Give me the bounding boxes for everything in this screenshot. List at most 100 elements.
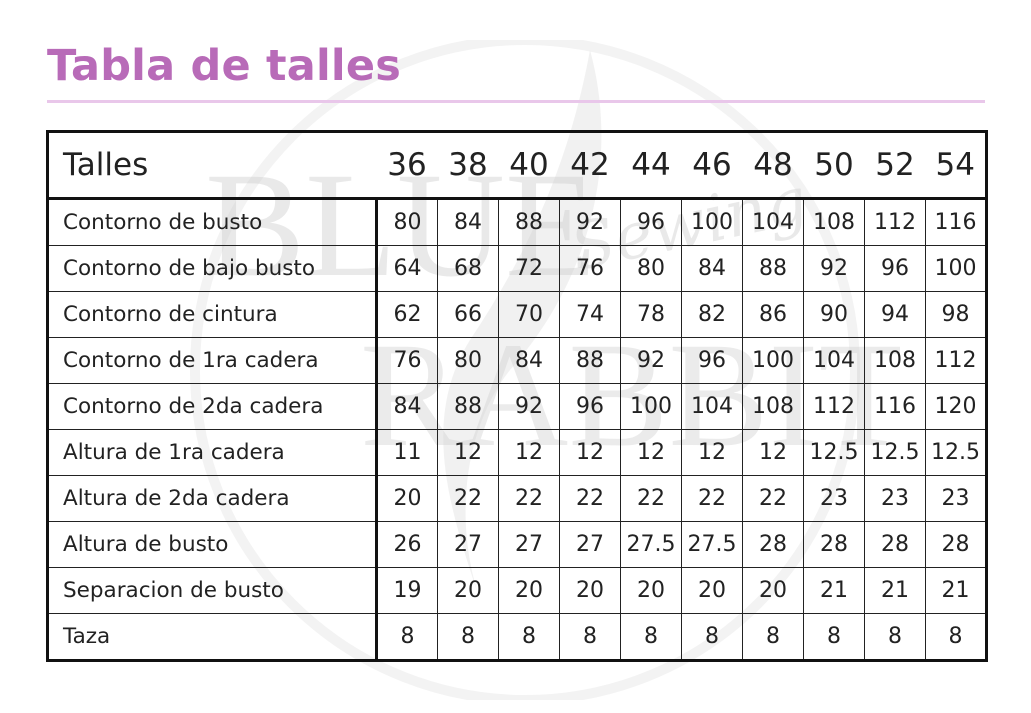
measurement-label: Contorno de 1ra cadera <box>47 337 378 384</box>
measurement-value: 88 <box>559 337 621 384</box>
measurement-row: Contorno de 2da cadera 84 88 92 96 100 104 108 1… <box>47 383 987 430</box>
measurement-value: 62 <box>376 291 438 338</box>
measurement-value: 104 <box>742 198 804 246</box>
size-header: 54 <box>925 131 987 200</box>
size-table: Talles 36 38 40 42 44 46 48 50 52 54 Con… <box>46 130 988 662</box>
measurement-value: 12.5 <box>864 429 926 476</box>
measurement-value: 82 <box>681 291 743 338</box>
measurement-label: Contorno de bajo busto <box>47 245 378 292</box>
measurement-value: 92 <box>620 337 682 384</box>
measurement-value: 27.5 <box>681 521 743 568</box>
measurement-value: 88 <box>498 198 560 246</box>
measurement-value: 12 <box>620 429 682 476</box>
measurement-row: Contorno de busto 80 84 88 92 96 100 104 108 112 1… <box>47 198 987 246</box>
measurement-value: 116 <box>925 198 987 246</box>
measurement-value: 98 <box>925 291 987 338</box>
measurement-value: 8 <box>925 613 987 661</box>
measurement-value: 80 <box>620 245 682 292</box>
measurement-value: 96 <box>681 337 743 384</box>
measurement-value: 27.5 <box>620 521 682 568</box>
measurement-label: Separacion de busto <box>47 567 378 614</box>
measurement-value: 84 <box>498 337 560 384</box>
measurement-value: 80 <box>437 337 499 384</box>
measurement-value: 21 <box>925 567 987 614</box>
measurement-value: 20 <box>681 567 743 614</box>
measurement-value: 74 <box>559 291 621 338</box>
measurement-label: Contorno de busto <box>47 198 378 246</box>
measurement-row: Taza 8 8 8 8 8 8 8 8 8 8 <box>47 613 987 661</box>
measurement-value: 88 <box>437 383 499 430</box>
measurement-value: 104 <box>803 337 865 384</box>
measurement-label: Altura de busto <box>47 521 378 568</box>
measurement-value: 116 <box>864 383 926 430</box>
measurement-value: 84 <box>681 245 743 292</box>
measurement-value: 12.5 <box>925 429 987 476</box>
measurement-value: 27 <box>437 521 499 568</box>
measurement-value: 80 <box>376 198 438 246</box>
measurement-value: 22 <box>498 475 560 522</box>
measurement-value: 100 <box>681 198 743 246</box>
size-header: 38 <box>437 131 499 200</box>
measurement-value: 78 <box>620 291 682 338</box>
measurement-value: 27 <box>559 521 621 568</box>
measurement-value: 112 <box>803 383 865 430</box>
measurement-value: 8 <box>681 613 743 661</box>
measurement-rows: Contorno de busto 80 84 88 92 96 100 104 108 112 1… <box>47 198 987 661</box>
measurement-value: 20 <box>742 567 804 614</box>
size-header: 50 <box>803 131 865 200</box>
measurement-label: Contorno de cintura <box>47 291 378 338</box>
measurement-label: Altura de 1ra cadera <box>47 429 378 476</box>
measurement-value: 112 <box>925 337 987 384</box>
measurement-value: 92 <box>559 198 621 246</box>
measurement-value: 8 <box>864 613 926 661</box>
measurement-value: 11 <box>376 429 438 476</box>
measurement-value: 12.5 <box>803 429 865 476</box>
measurement-value: 92 <box>498 383 560 430</box>
measurement-value: 20 <box>498 567 560 614</box>
measurement-value: 28 <box>742 521 804 568</box>
measurement-label: Contorno de 2da cadera <box>47 383 378 430</box>
measurement-value: 21 <box>864 567 926 614</box>
measurement-value: 8 <box>559 613 621 661</box>
measurement-value: 108 <box>803 198 865 246</box>
measurement-row: Altura de 1ra cadera 11 12 12 12 12 12 12 12.5 12… <box>47 429 987 476</box>
measurement-value: 76 <box>376 337 438 384</box>
measurement-value: 92 <box>803 245 865 292</box>
size-header: 40 <box>498 131 560 200</box>
measurement-value: 22 <box>559 475 621 522</box>
measurement-value: 104 <box>681 383 743 430</box>
measurement-row: Contorno de cintura 62 66 70 74 78 82 86 90 94 98 <box>47 291 987 338</box>
measurement-label: Taza <box>47 613 378 661</box>
measurement-value: 100 <box>742 337 804 384</box>
measurement-value: 84 <box>437 198 499 246</box>
measurement-row: Contorno de bajo busto 64 68 72 76 80 84 88 92 96… <box>47 245 987 292</box>
measurement-value: 12 <box>742 429 804 476</box>
size-header: 48 <box>742 131 804 200</box>
measurement-value: 68 <box>437 245 499 292</box>
measurement-value: 8 <box>742 613 804 661</box>
measurement-value: 96 <box>559 383 621 430</box>
measurement-value: 108 <box>864 337 926 384</box>
measurement-value: 23 <box>864 475 926 522</box>
page-title: Tabla de talles <box>47 41 402 91</box>
measurement-value: 8 <box>620 613 682 661</box>
measurement-value: 108 <box>742 383 804 430</box>
measurement-value: 20 <box>437 567 499 614</box>
title-divider <box>47 100 985 103</box>
measurement-value: 19 <box>376 567 438 614</box>
measurement-value: 22 <box>437 475 499 522</box>
measurement-value: 66 <box>437 291 499 338</box>
size-header: 44 <box>620 131 682 200</box>
header-label: Talles <box>47 131 377 200</box>
measurement-value: 28 <box>864 521 926 568</box>
measurement-value: 28 <box>925 521 987 568</box>
measurement-value: 100 <box>620 383 682 430</box>
measurement-value: 8 <box>437 613 499 661</box>
size-chart-page: BLUE Sewing RABBIT Tabla de talles Talle… <box>0 0 1031 713</box>
measurement-value: 12 <box>437 429 499 476</box>
measurement-value: 20 <box>620 567 682 614</box>
measurement-value: 76 <box>559 245 621 292</box>
measurement-value: 72 <box>498 245 560 292</box>
measurement-value: 100 <box>925 245 987 292</box>
measurement-value: 22 <box>742 475 804 522</box>
